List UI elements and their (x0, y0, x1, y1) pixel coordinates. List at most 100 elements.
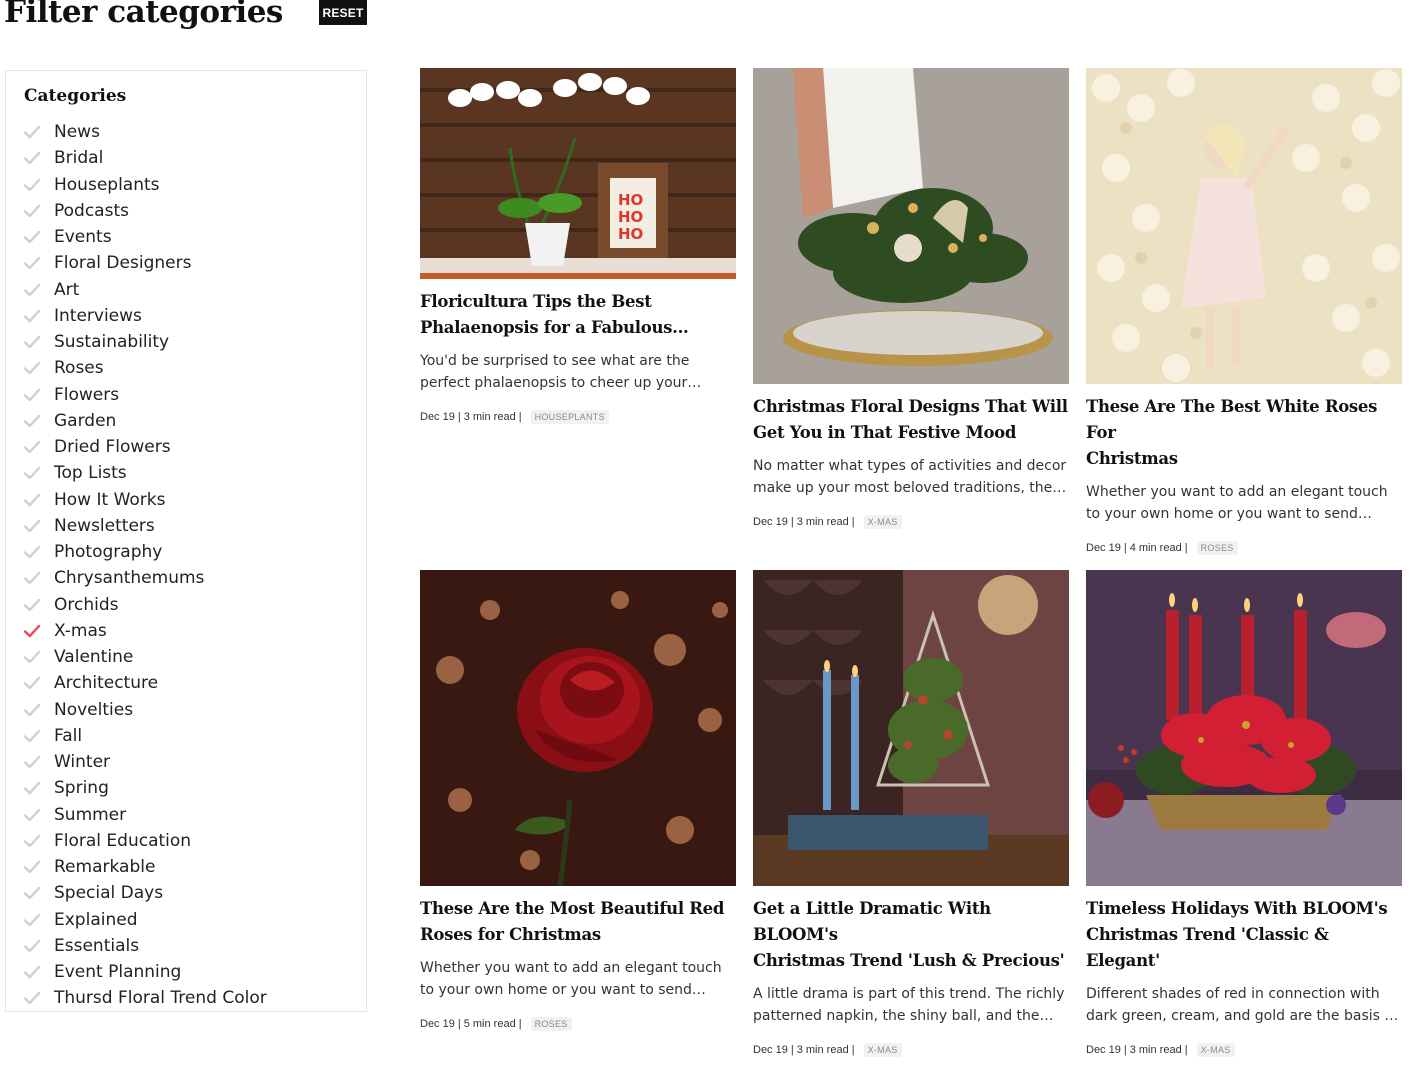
category-item[interactable]: Roses (6, 355, 366, 381)
checkmark-icon[interactable] (6, 408, 54, 434)
article-card[interactable]: HO HO HO Floricultura Tips the Best Phal… (420, 68, 736, 424)
article-title[interactable]: Get a Little Dramatic With BLOOM's Chris… (753, 896, 1069, 974)
article-title[interactable]: Floricultura Tips the Best Phalaenopsis … (420, 289, 736, 341)
article-card[interactable]: Timeless Holidays With BLOOM's Christmas… (1086, 570, 1402, 1057)
category-item[interactable]: Houseplants (6, 172, 366, 198)
checkmark-icon[interactable] (6, 592, 54, 618)
article-image[interactable]: HO HO HO (420, 68, 736, 279)
category-item[interactable]: Event Planning (6, 959, 366, 985)
article-tag[interactable]: ROSES (1196, 541, 1238, 555)
category-item[interactable]: X-mas (6, 618, 366, 644)
category-label: Spring (54, 778, 109, 799)
checkmark-icon[interactable] (6, 959, 54, 985)
category-label: X-mas (54, 620, 107, 641)
category-item[interactable]: Flowers (6, 382, 366, 408)
category-item[interactable]: Remarkable (6, 854, 366, 880)
category-item[interactable]: Thursd Floral Trend Color (6, 985, 366, 1011)
checkmark-icon[interactable] (6, 539, 54, 565)
article-image[interactable] (753, 68, 1069, 384)
checkmark-icon[interactable] (6, 644, 54, 670)
category-item[interactable]: Winter (6, 749, 366, 775)
checkmark-icon[interactable] (6, 985, 54, 1011)
category-item[interactable]: Spring (6, 775, 366, 801)
checkmark-icon[interactable] (6, 277, 54, 303)
category-item[interactable]: Floral Designers (6, 250, 366, 276)
checkmark-icon[interactable] (6, 172, 54, 198)
article-image[interactable] (1086, 68, 1402, 384)
checkmark-icon[interactable] (6, 828, 54, 854)
category-item[interactable]: How It Works (6, 487, 366, 513)
category-item[interactable]: Fall (6, 723, 366, 749)
category-item[interactable]: Explained (6, 907, 366, 933)
category-item[interactable]: Podcasts (6, 198, 366, 224)
checkmark-icon[interactable] (6, 303, 54, 329)
checkmark-icon[interactable] (6, 775, 54, 801)
checkmark-icon[interactable] (6, 723, 54, 749)
article-title[interactable]: These Are the Most Beautiful Red Roses f… (420, 896, 736, 948)
checkmark-icon[interactable] (6, 907, 54, 933)
article-tag[interactable]: X-MAS (863, 515, 902, 529)
checkmark-icon[interactable] (6, 434, 54, 460)
category-item[interactable]: Art (6, 277, 366, 303)
checkmark-icon[interactable] (6, 618, 54, 644)
checkmark-icon[interactable] (6, 487, 54, 513)
checkmark-icon[interactable] (6, 749, 54, 775)
checkmark-icon[interactable] (6, 145, 54, 171)
article-image[interactable] (753, 570, 1069, 886)
checkmark-icon[interactable] (6, 880, 54, 906)
checkmark-icon[interactable] (6, 382, 54, 408)
category-item[interactable]: Chrysanthemums (6, 565, 366, 591)
checkmark-icon[interactable] (6, 933, 54, 959)
category-item[interactable]: News (6, 119, 366, 145)
category-item[interactable]: Essentials (6, 933, 366, 959)
article-card[interactable]: These Are the Most Beautiful Red Roses f… (420, 570, 736, 1031)
checkmark-icon[interactable] (6, 697, 54, 723)
checkmark-icon[interactable] (6, 224, 54, 250)
reset-button[interactable]: RESET (319, 0, 367, 25)
article-card[interactable]: Get a Little Dramatic With BLOOM's Chris… (753, 570, 1069, 1057)
category-item[interactable]: Photography (6, 539, 366, 565)
category-item[interactable]: Summer (6, 802, 366, 828)
checkmark-icon[interactable] (6, 513, 54, 539)
article-title[interactable]: These Are The Best White Roses For Chris… (1086, 394, 1402, 472)
article-image[interactable] (1086, 570, 1402, 886)
article-tag[interactable]: X-MAS (863, 1043, 902, 1057)
category-item[interactable]: Floral Education (6, 828, 366, 854)
category-item[interactable]: Novelties (6, 697, 366, 723)
article-card[interactable]: Christmas Floral Designs That Will Get Y… (753, 68, 1069, 529)
category-item[interactable]: Newsletters (6, 513, 366, 539)
meta-separator: | (1184, 542, 1188, 554)
checkmark-icon[interactable] (6, 854, 54, 880)
article-card[interactable]: These Are The Best White Roses For Chris… (1086, 68, 1402, 555)
category-item[interactable]: Interviews (6, 303, 366, 329)
category-item[interactable]: Bridal (6, 145, 366, 171)
category-item[interactable]: Orchids (6, 592, 366, 618)
checkmark-icon[interactable] (6, 250, 54, 276)
article-title-line: Christmas Trend 'Lush & Precious' (753, 951, 1065, 970)
category-item[interactable]: Architecture (6, 670, 366, 696)
category-item[interactable]: Garden (6, 408, 366, 434)
category-item[interactable]: Top Lists (6, 460, 366, 486)
checkmark-icon[interactable] (6, 670, 54, 696)
article-title[interactable]: Christmas Floral Designs That Will Get Y… (753, 394, 1069, 446)
article-tag[interactable]: HOUSEPLANTS (530, 410, 609, 424)
checkmark-icon[interactable] (6, 198, 54, 224)
category-item[interactable]: Valentine (6, 644, 366, 670)
article-tag[interactable]: ROSES (530, 1017, 572, 1031)
article-tag[interactable]: X-MAS (1196, 1043, 1235, 1057)
category-item[interactable]: Dried Flowers (6, 434, 366, 460)
article-date: Dec 19 (1086, 542, 1121, 554)
category-item[interactable]: Special Days (6, 880, 366, 906)
checkmark-icon[interactable] (6, 565, 54, 591)
category-item[interactable]: Sustainability (6, 329, 366, 355)
article-title[interactable]: Timeless Holidays With BLOOM's Christmas… (1086, 896, 1402, 974)
checkmark-icon[interactable] (6, 460, 54, 486)
category-label: Remarkable (54, 857, 156, 878)
checkmark-icon[interactable] (6, 329, 54, 355)
article-image[interactable] (420, 570, 736, 886)
meta-separator: | (1123, 542, 1127, 554)
checkmark-icon[interactable] (6, 802, 54, 828)
checkmark-icon[interactable] (6, 355, 54, 381)
checkmark-icon[interactable] (6, 119, 54, 145)
category-item[interactable]: Events (6, 224, 366, 250)
